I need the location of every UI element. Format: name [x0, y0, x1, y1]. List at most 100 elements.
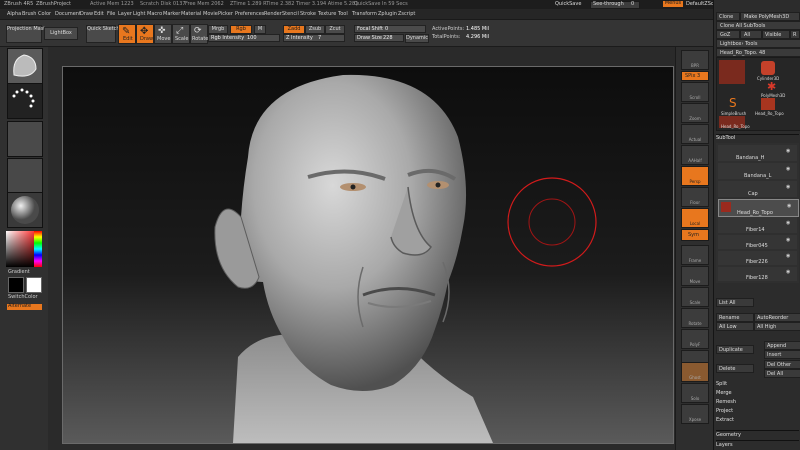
alternate-button[interactable]: Alternate: [7, 304, 42, 310]
bpr-button[interactable]: BPR: [681, 50, 709, 70]
eye-icon[interactable]: ◉: [786, 149, 790, 154]
zsub-button[interactable]: Zsub: [305, 25, 325, 34]
menu-texture[interactable]: Texture: [318, 12, 336, 17]
menu-transform[interactable]: Transform: [352, 12, 377, 17]
switch-color-button[interactable]: SwitchColor: [8, 295, 38, 300]
head-topo-thumb[interactable]: [761, 98, 775, 110]
simplebrush-icon[interactable]: S: [729, 96, 737, 110]
menu-zplugin[interactable]: Zplugin: [378, 12, 397, 17]
persp-button[interactable]: Persp: [681, 166, 709, 186]
menu-color[interactable]: Color: [38, 12, 51, 17]
quicksave-button[interactable]: QuickSave: [555, 2, 581, 7]
menu-light[interactable]: Light: [133, 12, 145, 17]
del-other-button[interactable]: Del Other: [764, 360, 800, 369]
subtool-item[interactable]: Bandana_L ◉: [718, 163, 797, 179]
secondary-color-swatch[interactable]: [26, 277, 42, 293]
projection-master-button[interactable]: Projection Master: [6, 25, 50, 43]
all-low-button[interactable]: All Low: [716, 322, 754, 331]
all-high-button[interactable]: All High: [754, 322, 800, 331]
menu-zscript[interactable]: Zscript: [398, 12, 415, 17]
lightbox-tools-button[interactable]: Lightbox› Tools: [716, 39, 800, 48]
split-menu[interactable]: Split: [716, 381, 799, 387]
focal-shift-slider[interactable]: Focal Shift 0: [354, 25, 426, 33]
edit-button[interactable]: ✎ Edit: [118, 24, 136, 44]
make-polymesh3d-button[interactable]: Make PolyMesh3D: [740, 12, 800, 21]
mrgb-button[interactable]: Mrgb: [208, 25, 228, 34]
extract-menu[interactable]: Extract: [716, 417, 799, 423]
eye-icon[interactable]: ◉: [786, 167, 790, 172]
document-canvas[interactable]: [62, 66, 674, 444]
subtool-item-selected[interactable]: Head_Ro_Topo ◉: [718, 199, 799, 217]
autoreorder-button[interactable]: AutoReorder: [754, 313, 800, 322]
subtool-item[interactable]: Fiber14 ◉: [718, 217, 797, 233]
menu-stroke[interactable]: Stroke: [300, 12, 316, 17]
rename-button[interactable]: Rename: [716, 313, 754, 322]
merge-menu[interactable]: Merge: [716, 390, 799, 396]
sym-button[interactable]: Sym: [681, 229, 709, 241]
main-color-swatch[interactable]: [8, 277, 24, 293]
eye-icon[interactable]: ◉: [786, 254, 790, 259]
local-button[interactable]: Local: [681, 208, 709, 228]
duplicate-button[interactable]: Duplicate: [716, 345, 754, 354]
solo-button[interactable]: Solo: [681, 383, 709, 403]
remesh-menu[interactable]: Remesh: [716, 399, 799, 405]
polyf-button[interactable]: PolyF: [681, 329, 709, 349]
eye-icon[interactable]: ◉: [786, 185, 790, 190]
aahalf-button[interactable]: AAHalf: [681, 145, 709, 165]
subtool-item[interactable]: Fiber045 ◉: [718, 235, 797, 249]
menu-tool[interactable]: Tool: [338, 12, 348, 17]
list-all-button[interactable]: List All: [716, 298, 754, 307]
current-brush-thumbnail[interactable]: [7, 48, 43, 84]
current-tool-slider[interactable]: Head_Ro_Topo. 48: [716, 48, 800, 57]
rgb-intensity-slider[interactable]: Rgb Intensity 100: [208, 34, 280, 42]
quick-sketch-button[interactable]: Quick Sketch: [86, 25, 120, 43]
menus-button[interactable]: Menus: [663, 1, 683, 7]
lightbox-button[interactable]: LightBox: [44, 27, 78, 40]
zadd-button[interactable]: Zadd: [283, 25, 305, 34]
del-all-button[interactable]: Del All: [764, 369, 800, 378]
clone-all-subtools-button[interactable]: Clone All SubTools: [716, 21, 800, 30]
gradient-label[interactable]: Gradient: [8, 270, 30, 275]
insert-button[interactable]: Insert: [764, 350, 800, 359]
project-menu[interactable]: Project: [716, 408, 799, 414]
xpose-button[interactable]: Xpose: [681, 404, 709, 424]
alpha-thumbnail[interactable]: [7, 121, 43, 157]
menu-movie[interactable]: Movie: [203, 12, 218, 17]
color-picker[interactable]: [6, 231, 42, 267]
menu-draw[interactable]: Draw: [80, 12, 93, 17]
menu-document[interactable]: Document: [55, 12, 81, 17]
menu-render[interactable]: Render: [264, 12, 282, 17]
stroke-thumbnail[interactable]: [7, 83, 43, 119]
subtool-item[interactable]: Fiber226 ◉: [718, 251, 797, 265]
eye-icon[interactable]: ◉: [786, 270, 790, 275]
z-intensity-slider[interactable]: Z Intensity 7: [283, 34, 345, 42]
zcut-button[interactable]: Zcut: [325, 25, 345, 34]
subtool-header[interactable]: SubTool: [716, 134, 799, 143]
material-thumbnail[interactable]: [7, 192, 43, 228]
menu-edit[interactable]: Edit: [94, 12, 104, 17]
delete-button[interactable]: Delete: [716, 364, 754, 373]
spix-button[interactable]: SPix 3: [681, 71, 709, 81]
hue-strip[interactable]: [34, 231, 42, 267]
goz-r-button[interactable]: R: [790, 30, 800, 39]
rgb-button[interactable]: Rgb: [230, 25, 252, 34]
menu-layer[interactable]: Layer: [118, 12, 132, 17]
menu-preferences[interactable]: Preferences: [235, 12, 264, 17]
draw-button[interactable]: ✥ Draw: [136, 24, 154, 44]
append-button[interactable]: Append: [764, 341, 800, 350]
scroll-button[interactable]: Scroll: [681, 82, 709, 102]
draw-size-slider[interactable]: Draw Size 228: [354, 34, 404, 42]
layers-section[interactable]: Layers: [716, 440, 799, 448]
menu-alpha[interactable]: Alpha: [7, 12, 21, 17]
rotate-view-button[interactable]: Rotate: [681, 308, 709, 328]
eye-icon[interactable]: ◉: [786, 221, 790, 226]
goz-all-button[interactable]: All: [740, 30, 762, 39]
subtool-item[interactable]: Bandana_H ◉: [718, 145, 797, 161]
eye-icon[interactable]: ◉: [786, 238, 790, 243]
scale-button[interactable]: ⤢ Scale: [172, 24, 190, 44]
menu-marker[interactable]: Marker: [163, 12, 180, 17]
cylinder3d-icon[interactable]: [761, 61, 775, 75]
menu-stencil[interactable]: Stencil: [282, 12, 299, 17]
dynamic-button[interactable]: Dynamic: [405, 34, 429, 43]
subtool-item[interactable]: Cap ◉: [718, 181, 797, 197]
